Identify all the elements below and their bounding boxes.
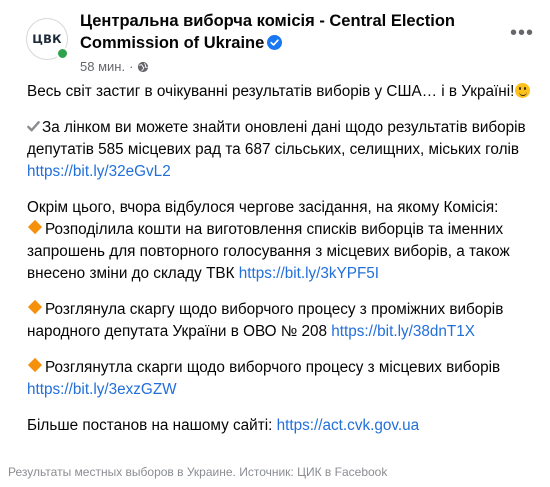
website-link[interactable]: https://act.cvk.gov.ua (277, 417, 420, 434)
more-options-icon[interactable]: ••• (510, 23, 534, 43)
post-paragraph-website: Більше постанов на нашому сайті: https:/… (27, 415, 537, 437)
checkmark-icon (27, 121, 40, 132)
results-text: За лінком ви можете знайти оновлені дані… (27, 119, 526, 158)
meeting-text: Окрім цього, вчора відбулося чергове зас… (27, 199, 499, 216)
post-meta: 58 мин. · (80, 59, 149, 74)
meta-separator: · (129, 59, 134, 74)
results-link[interactable]: https://bit.ly/32eGvL2 (27, 163, 171, 180)
post-paragraph-meeting: Окрім цього, вчора відбулося чергове зас… (27, 197, 537, 285)
post-paragraph-complaint-208: Розглянула скаргу щодо виборчого процесу… (27, 299, 537, 343)
page-name-link[interactable]: Центральна виборча комісія - Central Ele… (80, 10, 500, 54)
post-header: ЦВК Центральна виборча комісія - Central… (26, 8, 544, 78)
intro-text: Весь світ застиг в очікуванні результаті… (27, 83, 515, 100)
page-avatar[interactable]: ЦВК (26, 18, 69, 60)
funding-link[interactable]: https://bit.ly/3kYPF5I (239, 265, 379, 282)
smile-emoji-icon (515, 83, 531, 98)
post-paragraph-complaints-local: Розглянутла скарги щодо виборчого процес… (27, 357, 537, 401)
post-paragraph-intro: Весь світ застиг в очікуванні результаті… (27, 81, 537, 103)
avatar-logo-text: ЦВК (32, 32, 62, 46)
globe-icon[interactable] (137, 61, 149, 73)
post-timestamp[interactable]: 58 мин. (80, 59, 125, 74)
post-paragraph-results: За лінком ви можете знайти оновлені дані… (27, 117, 537, 183)
image-caption: Результаты местных выборов в Украине. Ис… (8, 465, 388, 479)
verified-badge-icon (267, 35, 283, 50)
website-text: Більше постанов на нашому сайті: (27, 417, 277, 434)
complaint-208-link[interactable]: https://bit.ly/38dnT1X (331, 323, 475, 340)
online-status-dot (56, 47, 69, 60)
post-body: Весь світ застиг в очікуванні результаті… (27, 81, 537, 451)
complaints-local-link[interactable]: https://bit.ly/3exzGZW (27, 381, 177, 398)
orange-diamond-icon (27, 357, 43, 373)
orange-diamond-icon (27, 299, 43, 315)
complaints-local-text: Розглянутла скарги щодо виборчого процес… (45, 359, 501, 376)
orange-diamond-icon (27, 219, 43, 235)
